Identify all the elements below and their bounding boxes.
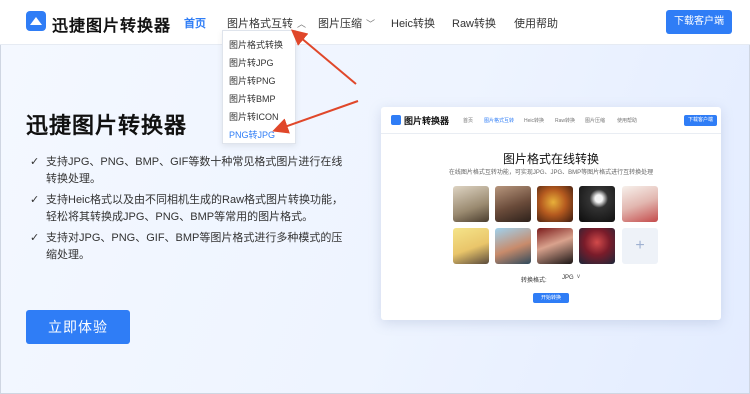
preview-nav-item: Heic转换 bbox=[524, 118, 545, 124]
arrow-to-png-jpg bbox=[272, 100, 359, 134]
sample-photo bbox=[622, 186, 658, 222]
preview-start-button: 开始转换 bbox=[533, 293, 569, 303]
preview-download-button: 下载客户端 bbox=[684, 115, 717, 126]
preview-format-label: 转换格式: bbox=[521, 278, 547, 284]
sample-photo bbox=[537, 228, 573, 264]
sample-photo bbox=[579, 228, 615, 264]
preview-logo-icon bbox=[391, 115, 401, 125]
preview-brand: 图片转换器 bbox=[404, 116, 450, 126]
preview-header: 图片转换器 首页 图片格式互转 Heic转换 Raw转换 图片压缩 使用帮助 下… bbox=[381, 107, 721, 134]
preview-nav-item: Raw转换 bbox=[555, 118, 576, 124]
preview-subtitle: 在线图片格式互转功能，可实现JPG、JPG、BMP等图片格式进行互转换处理 bbox=[448, 170, 654, 176]
preview-nav-item: 图片压缩 bbox=[585, 118, 606, 124]
preview-title: 图片格式在线转换 bbox=[502, 152, 599, 166]
sample-photo bbox=[537, 186, 573, 222]
preview-nav-item: 图片格式互转 bbox=[484, 118, 515, 124]
preview-nav-item: 使用帮助 bbox=[617, 118, 638, 124]
preview-screenshot: 图片转换器 首页 图片格式互转 Heic转换 Raw转换 图片压缩 使用帮助 下… bbox=[381, 107, 721, 320]
add-image-button: + bbox=[622, 228, 658, 264]
chevron-down-icon: v bbox=[577, 274, 580, 280]
arrow-to-format-menu bbox=[290, 29, 357, 85]
sample-photo bbox=[453, 228, 489, 264]
sample-photo bbox=[495, 228, 531, 264]
sample-photo bbox=[495, 186, 531, 222]
preview-nav-item: 首页 bbox=[463, 118, 474, 124]
sample-photo bbox=[453, 186, 489, 222]
preview-format-value: JPG bbox=[562, 275, 574, 281]
sample-photo bbox=[579, 186, 615, 222]
